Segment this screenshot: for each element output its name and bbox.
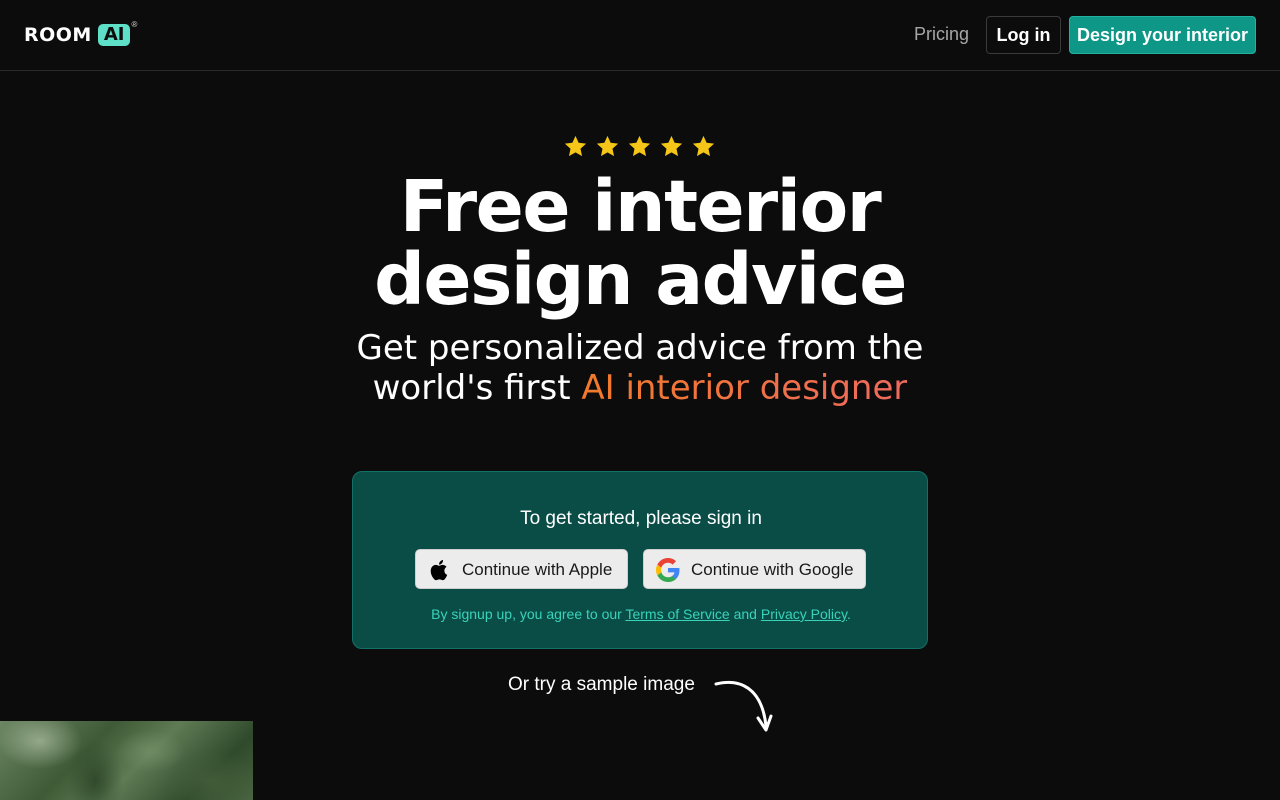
- subhead-line-1: Get personalized advice from the: [356, 328, 924, 368]
- subhead-line-2-prefix: world's first: [372, 368, 582, 408]
- hero-subheading: Get personalized advice from the world's…: [0, 328, 1280, 408]
- room-ai-logo[interactable]: ROOM AI ®: [24, 20, 138, 48]
- logo-ai-badge: AI: [97, 24, 131, 46]
- headline-line-1: Free interior: [399, 165, 882, 248]
- curved-arrow-icon: [714, 680, 773, 732]
- star-icon: [628, 135, 651, 157]
- sample-image-prompt: Or try a sample image: [508, 674, 695, 695]
- legal-suffix: .: [846, 606, 851, 622]
- continue-with-google-button[interactable]: Continue with Google: [643, 549, 866, 589]
- continue-with-apple-button[interactable]: Continue with Apple: [415, 549, 628, 589]
- privacy-policy-link[interactable]: Privacy Policy: [761, 606, 847, 622]
- google-icon: [656, 558, 680, 582]
- sample-image-thumbnail[interactable]: [0, 721, 253, 800]
- legal-notice: By signup up, you agree to our Terms of …: [353, 606, 929, 622]
- star-icon: [596, 135, 619, 157]
- star-icon: [692, 135, 715, 157]
- google-button-label: Continue with Google: [691, 560, 854, 579]
- hero-headline: Free interior design advice: [0, 170, 1280, 316]
- star-icon: [660, 135, 683, 157]
- terms-of-service-link[interactable]: Terms of Service: [625, 606, 729, 622]
- subhead-accent: AI interior designer: [581, 368, 908, 408]
- pricing-link[interactable]: Pricing: [914, 24, 969, 45]
- signin-prompt: To get started, please sign in: [520, 508, 762, 529]
- legal-and: and: [729, 606, 761, 622]
- headline-line-2: design advice: [374, 238, 907, 321]
- logo-word: ROOM: [24, 24, 92, 46]
- rating-stars: [563, 134, 716, 159]
- apple-icon: [430, 560, 448, 581]
- apple-button-label: Continue with Apple: [462, 560, 613, 579]
- star-icon: [564, 135, 587, 157]
- login-button[interactable]: Log in: [986, 16, 1061, 54]
- legal-prefix: By signup up, you agree to our: [431, 606, 626, 622]
- signin-card: To get started, please sign in Continue …: [352, 471, 928, 649]
- top-nav: ROOM AI ® Pricing Log in Design your int…: [0, 0, 1280, 71]
- registered-mark: ®: [131, 20, 138, 29]
- design-your-interior-button[interactable]: Design your interior: [1069, 16, 1256, 54]
